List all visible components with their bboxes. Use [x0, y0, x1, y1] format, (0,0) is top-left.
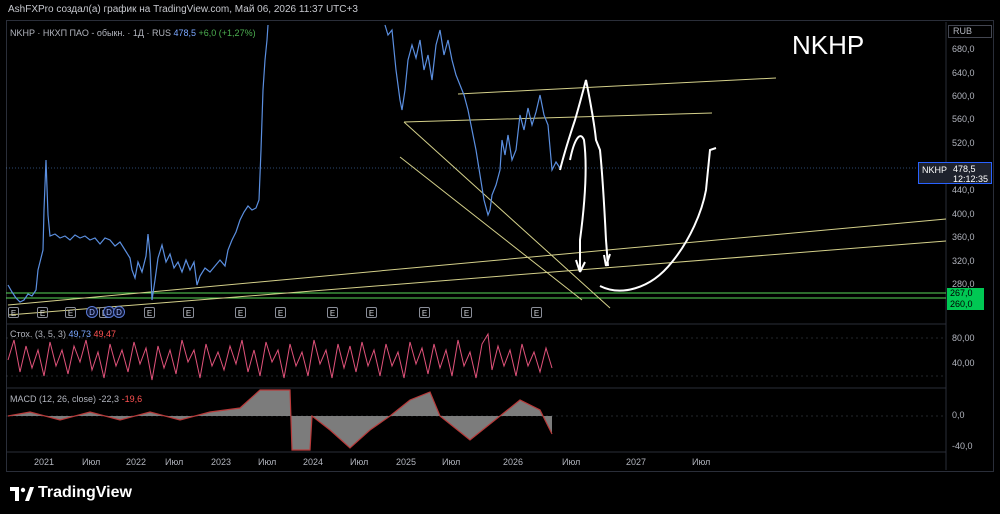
wedge-line-b: [399, 156, 583, 301]
time-axis-label: 2027: [626, 457, 647, 467]
stochastic-title: Стох. (3, 5, 3): [10, 329, 66, 339]
dividend-marker[interactable]: D: [113, 306, 125, 318]
stochastic-d-value: 49,47: [93, 329, 117, 339]
stoch-axis-label: 40,00: [952, 358, 975, 368]
stochastic-line: [7, 332, 553, 381]
tradingview-logo-icon: [10, 487, 34, 501]
price-label: 520,0: [952, 138, 975, 148]
earnings-marker[interactable]: E: [531, 307, 542, 318]
forecast-drawing-2: [569, 135, 587, 273]
price-line: [7, 24, 269, 303]
channel-line-top: [457, 77, 777, 95]
macd-signal-value: -19,6: [121, 394, 143, 404]
time-axis-label: Июл: [562, 457, 581, 467]
chart-ticker-annotation: NKHP: [792, 30, 865, 60]
symbol-description: NKHP · НКХП ПАО - обыкн. · 1Д · RUS: [10, 28, 171, 38]
price-label: 640,0: [952, 68, 975, 78]
time-axis-label: 2024: [303, 457, 324, 467]
macd-legend[interactable]: MACD (12, 26, close) -22,3 -19,6: [10, 394, 142, 404]
bar-countdown: 12:12:35: [953, 174, 989, 184]
earnings-marker[interactable]: E: [419, 307, 430, 318]
macd-axis-label: 0,0: [952, 410, 965, 420]
stochastic-legend[interactable]: Стох. (3, 5, 3) 49,73 49,47: [10, 329, 116, 339]
wedge-line-a: [403, 121, 611, 309]
earnings-marker[interactable]: E: [366, 307, 377, 318]
time-axis-label: 2025: [396, 457, 417, 467]
currency-selector[interactable]: RUB: [948, 25, 992, 38]
level-tag-267: 267,0: [947, 288, 984, 299]
trend-line-upper: [7, 218, 947, 306]
symbol-last-value: 478,5: [173, 28, 197, 38]
dividend-marker[interactable]: D: [86, 306, 98, 318]
stoch-axis-label: 80,00: [952, 333, 975, 343]
time-axis-label: 2021: [34, 457, 55, 467]
channel-line-mid: [403, 112, 713, 123]
last-price-symbol: NKHP: [922, 165, 948, 175]
price-label: 320,0: [952, 256, 975, 266]
price-label: 560,0: [952, 114, 975, 124]
time-axis-label: 2026: [503, 457, 524, 467]
earnings-marker[interactable]: E: [235, 307, 246, 318]
earnings-marker[interactable]: E: [327, 307, 338, 318]
earnings-marker[interactable]: E: [37, 307, 48, 318]
earnings-marker[interactable]: E: [461, 307, 472, 318]
trend-line-lower: [7, 240, 947, 316]
time-axis-label: 2023: [211, 457, 232, 467]
price-label: 680,0: [952, 44, 975, 54]
time-axis-label: Июл: [692, 457, 711, 467]
level-tag-260: 260,0: [947, 299, 984, 310]
stochastic-k-value: 49,73: [68, 329, 91, 339]
time-axis-label: Июл: [82, 457, 101, 467]
time-axis-label: Июл: [165, 457, 184, 467]
earnings-marker[interactable]: E: [183, 307, 194, 318]
time-axis-label: Июл: [350, 457, 369, 467]
price-label: 600,0: [952, 91, 975, 101]
macd-title: MACD (12, 26, close): [10, 394, 97, 404]
earnings-marker[interactable]: E: [275, 307, 286, 318]
symbol-change: +6,0 (+1,27%): [198, 28, 256, 38]
time-axis-label: Июл: [258, 457, 277, 467]
earnings-marker[interactable]: E: [65, 307, 76, 318]
time-axis-label: 2022: [126, 457, 147, 467]
macd-value: -22,3: [98, 394, 120, 404]
price-label: 400,0: [952, 209, 975, 219]
earnings-marker[interactable]: E: [144, 307, 155, 318]
chart-canvas[interactable]: [0, 0, 1000, 514]
price-label: 360,0: [952, 232, 975, 242]
last-price-tag: NKHP 478,5 12:12:35: [918, 162, 992, 184]
brand-name: TradingView: [38, 484, 132, 501]
macd-axis-label: -40,0: [952, 441, 973, 451]
last-price-value: 478,5: [953, 164, 976, 174]
earnings-marker[interactable]: E: [8, 307, 19, 318]
forecast-drawing-3: [599, 147, 717, 292]
symbol-legend[interactable]: NKHP · НКХП ПАО - обыкн. · 1Д · RUS 478,…: [10, 28, 256, 38]
time-axis-label: Июл: [442, 457, 461, 467]
price-label: 440,0: [952, 185, 975, 195]
